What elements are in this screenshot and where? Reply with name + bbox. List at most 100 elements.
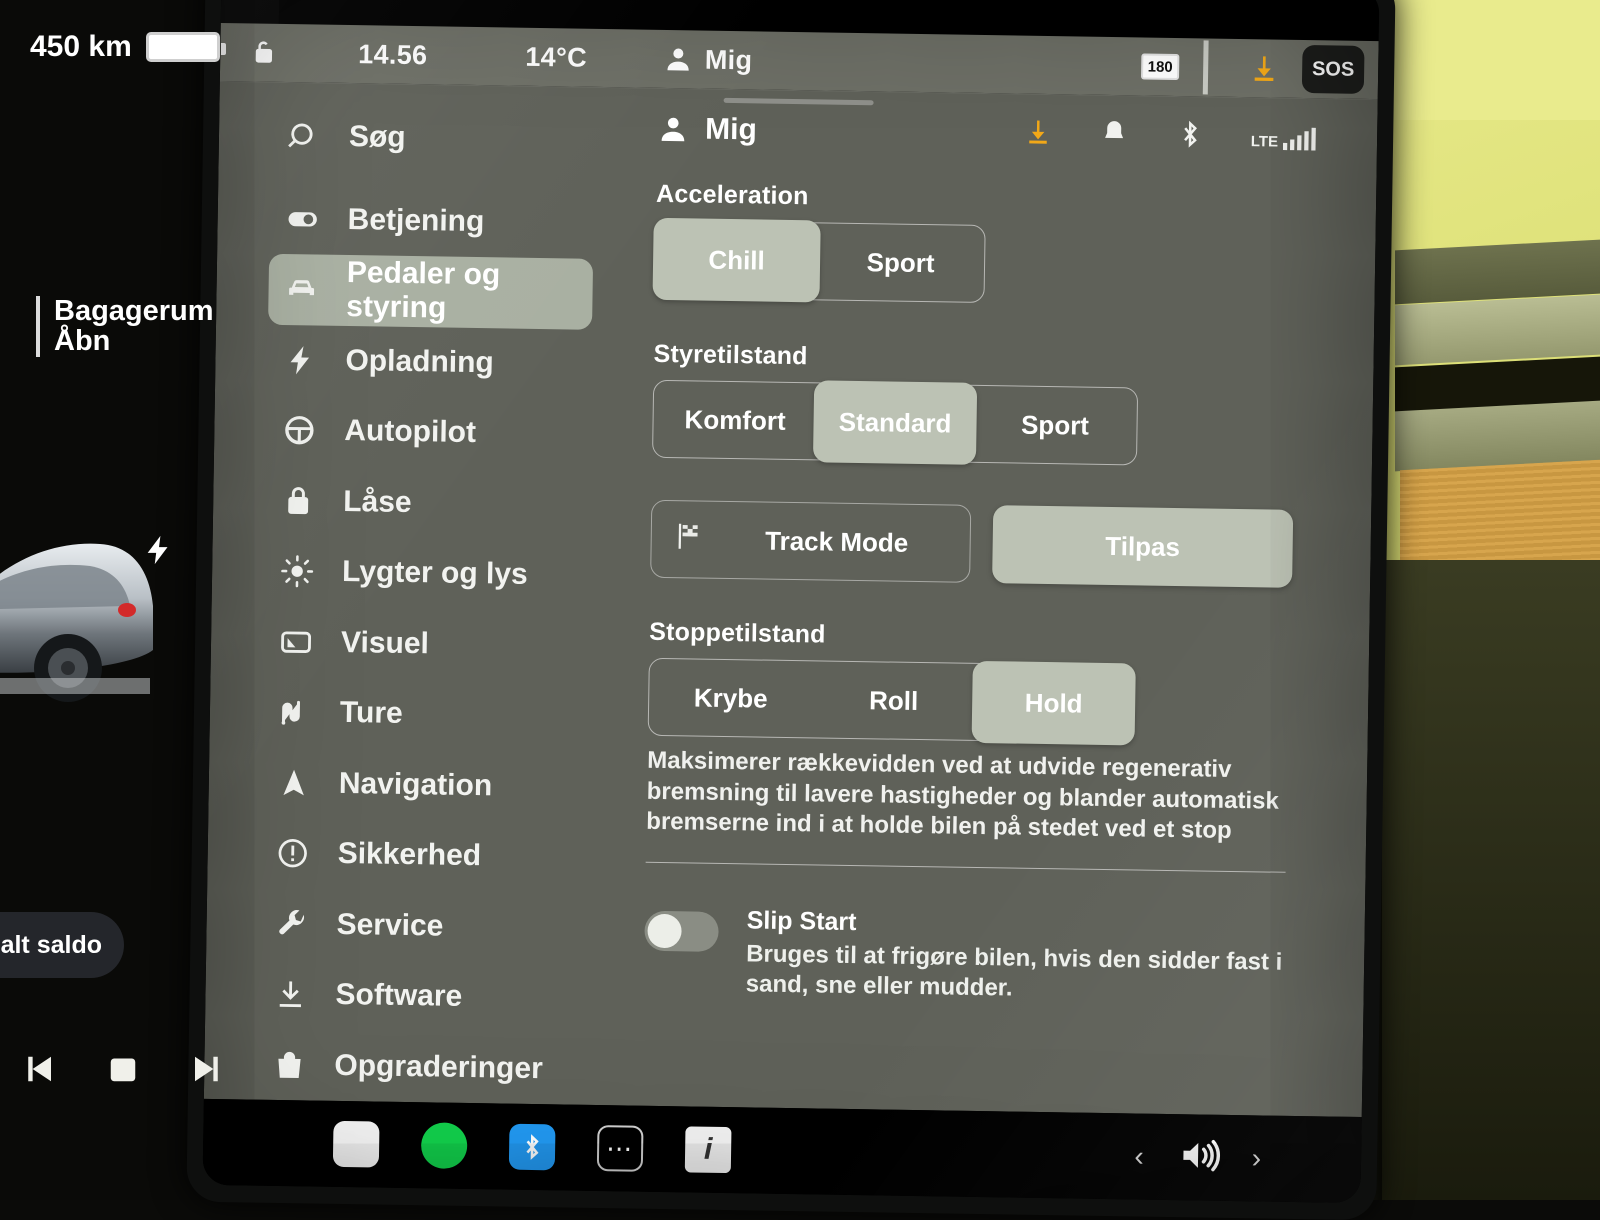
speaker-volume-icon[interactable] (1175, 1133, 1220, 1183)
sidebar-item-label: Opladning (345, 344, 494, 380)
display-icon (277, 623, 316, 662)
content-header-title: Mig (705, 112, 757, 147)
car-render[interactable] (0, 482, 220, 742)
sos-button[interactable]: SOS (1302, 45, 1365, 94)
saldo-label: alt saldo (1, 931, 102, 960)
battery-icon (146, 32, 220, 62)
navigation-arrow-icon (275, 764, 314, 803)
track-mode-button[interactable]: Track Mode (650, 500, 971, 583)
stopping-description: Maksimerer rækkevidden ved at udvide reg… (646, 746, 1287, 848)
person-icon (657, 112, 689, 144)
stopping-segmented-control[interactable]: Krybe Roll Hold (648, 658, 1134, 744)
shopping-bag-icon (270, 1046, 309, 1085)
lock-icon (279, 482, 318, 521)
search-label: Søg (349, 120, 406, 155)
car-illustration-svg (0, 482, 220, 742)
more-apps-icon[interactable]: ⋯ (597, 1125, 644, 1172)
customize-button[interactable]: Tilpas (992, 505, 1293, 588)
card-app-icon[interactable] (333, 1121, 380, 1168)
person-icon (663, 44, 693, 74)
sidebar-item-opladning[interactable]: Opladning (267, 324, 592, 400)
sidebar-item-label: Betjening (347, 203, 484, 239)
spotify-app-icon[interactable] (421, 1122, 468, 1169)
tesla-touchscreen[interactable]: 14.56 14°C Mig 180 SOS Søg (203, 0, 1380, 1203)
steering-option-komfort[interactable]: Komfort (653, 381, 817, 460)
sidebar-item-label: Sikkerhed (337, 837, 481, 873)
clock-time[interactable]: 14.56 (358, 39, 428, 71)
sidebar-item-opgraderinger[interactable]: Opgraderinger (256, 1029, 581, 1105)
slip-start-title: Slip Start (747, 907, 1305, 945)
sidebar-item-label: Autopilot (344, 414, 476, 450)
steering-title: Styretilstand (653, 340, 1313, 379)
acceleration-segmented-control[interactable]: Chill Sport (655, 220, 986, 303)
sidebar-item-sikkerhed[interactable]: Sikkerhed (259, 818, 584, 894)
profile-button[interactable]: Mig (663, 43, 753, 75)
stopping-option-roll[interactable]: Roll (812, 661, 976, 740)
background-shelf (1395, 240, 1600, 305)
track-mode-label: Track Mode (703, 524, 969, 559)
speed-limit-badge: 180 (1141, 53, 1179, 80)
bell-icon[interactable] (1099, 118, 1130, 153)
charge-port-lightning-bolt-icon (142, 530, 176, 575)
profile-name: Mig (705, 44, 753, 76)
skip-next-icon[interactable] (188, 1048, 230, 1095)
slip-start-toggle-knob (647, 914, 682, 949)
sidebar-item-navigation[interactable]: Navigation (260, 747, 585, 823)
dock-app-icons: ⋯ i (333, 1121, 732, 1173)
sidebar-item-betjening[interactable]: Betjening (269, 183, 594, 259)
stopping-option-krybe[interactable]: Krybe (649, 659, 813, 738)
chevron-right-icon[interactable]: › (1251, 1142, 1261, 1174)
lightning-bolt-icon (281, 341, 320, 380)
volume-controls: ‹ › (1134, 1132, 1261, 1183)
skip-previous-icon[interactable] (16, 1048, 58, 1095)
sidebar-item-label: Navigation (339, 767, 493, 803)
sidebar-item-visuel[interactable]: Visuel (263, 606, 588, 682)
download-icon[interactable] (1023, 117, 1054, 152)
background-shelf (1395, 295, 1600, 366)
sidebar-item-lygter-og-lys[interactable]: Lygter og lys (264, 536, 589, 612)
sidebar-item-autopilot[interactable]: Autopilot (266, 395, 591, 471)
sidebar-item-software[interactable]: Software (257, 959, 582, 1035)
acceleration-title: Acceleration (656, 180, 1316, 219)
unlocked-padlock-icon[interactable] (248, 37, 278, 67)
acceleration-option-sport[interactable]: Sport (817, 223, 985, 302)
sidebar-item-label: Pedaler og styring (346, 256, 593, 328)
trunk-tooltip[interactable]: Bagagerum Åbn (36, 296, 214, 357)
wrench-icon (272, 905, 311, 944)
stopping-option-hold[interactable]: Hold (972, 661, 1136, 746)
lte-label: LTE (1251, 133, 1278, 150)
steering-segmented-control[interactable]: Komfort Standard Sport (652, 380, 1138, 466)
steering-option-standard[interactable]: Standard (813, 380, 977, 465)
app-dock: ⋯ i ‹ › (203, 1099, 1362, 1203)
media-controls[interactable] (16, 1048, 230, 1095)
bluetooth-icon[interactable] (1175, 119, 1206, 154)
saldo-pill[interactable]: alt saldo (0, 912, 124, 978)
search-icon (285, 117, 324, 156)
trunk-tooltip-title: Bagagerum (54, 296, 214, 326)
sidebar-item-label: Lygter og lys (342, 555, 528, 592)
sidebar-item-label: Service (336, 908, 443, 944)
acceleration-option-chill[interactable]: Chill (652, 218, 820, 303)
search-input[interactable]: Søg (270, 101, 595, 177)
sidebar-item-label: Låse (343, 485, 412, 520)
speed-limit-tick (1203, 40, 1209, 94)
lte-signal-icon[interactable]: LTE (1251, 126, 1318, 151)
sidebar-item-ture[interactable]: Ture (261, 677, 586, 753)
outside-temperature[interactable]: 14°C (525, 41, 587, 73)
sidebar-item-laase[interactable]: Låse (265, 465, 590, 541)
info-app-icon[interactable]: i (685, 1126, 732, 1173)
download-icon[interactable] (1248, 52, 1280, 84)
background-wall-upper (1390, 0, 1600, 120)
bluetooth-app-icon[interactable] (509, 1124, 556, 1171)
track-mode-row: Track Mode Tilpas (650, 500, 1311, 588)
download-icon (271, 975, 310, 1014)
steering-option-sport[interactable]: Sport (973, 386, 1137, 465)
sidebar-item-pedaler-og-styring[interactable]: Pedaler og styring (268, 254, 593, 330)
sidebar-item-service[interactable]: Service (258, 888, 583, 964)
slip-start-row: Slip Start Bruges til at frigøre bilen, … (644, 905, 1305, 1009)
chevron-left-icon[interactable]: ‹ (1134, 1140, 1144, 1172)
content-header-icons: LTE (1023, 117, 1318, 157)
slip-start-toggle[interactable] (644, 911, 719, 952)
stop-icon[interactable] (102, 1048, 144, 1095)
content-header-profile[interactable]: Mig (657, 111, 757, 147)
